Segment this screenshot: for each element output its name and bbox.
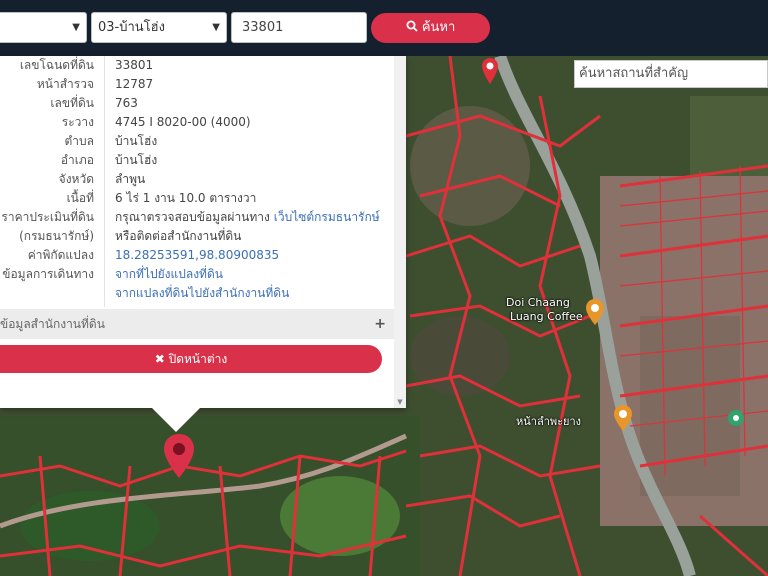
province-select[interactable]: ▼ <box>0 12 87 43</box>
info-row-directions-office: จากแปลงที่ดินไปยังสำนักงานที่ดิน <box>0 284 404 303</box>
info-label: ระวาง <box>61 115 94 129</box>
district-select[interactable]: 03-บ้านโฮ่ง ▼ <box>91 12 227 43</box>
info-row-area: เนื้อที่ 6 ไร่ 1 งาน 10.0 ตารางวา <box>0 189 404 208</box>
panel-scrollbar[interactable]: ▼ <box>394 56 406 408</box>
info-value: 6 ไร่ 1 งาน 10.0 ตารางวา <box>115 191 257 205</box>
land-office-section[interactable]: ข้อมูลสำนักงานที่ดิน + <box>0 309 394 339</box>
parcel-pin-icon[interactable] <box>163 434 195 478</box>
info-value: กรุณาตรวจสอบข้อมูลผ่านทาง เว็บไซต์กรมธนา… <box>115 208 380 227</box>
parcel-info-rows: เลขโฉนดที่ดิน 33801 หน้าสำรวจ 12787 เลขท… <box>0 56 404 303</box>
search-button[interactable]: ค้นหา <box>371 13 490 43</box>
info-label: หน้าสำรวจ <box>36 77 94 91</box>
scroll-down-icon[interactable]: ▼ <box>396 398 404 406</box>
info-value: ลำพูน <box>115 172 146 186</box>
info-value: 763 <box>115 96 138 110</box>
info-value: 33801 <box>115 58 154 72</box>
directions-to-office-link[interactable]: จากแปลงที่ดินไปยังสำนักงานที่ดิน <box>115 284 289 303</box>
coordinates-link[interactable]: 18.28253591,98.80900835 <box>115 246 279 265</box>
search-icon <box>406 20 418 32</box>
directions-to-parcel-link[interactable]: จากที่ไปยังแปลงที่ดิน <box>115 265 223 284</box>
district-select-value: 03-บ้านโฮ่ง <box>98 20 165 35</box>
info-label: เนื้อที่ <box>66 191 94 205</box>
info-label: เลขที่ดิน <box>50 96 94 110</box>
top-bar: ▼ 03-บ้านโฮ่ง ▼ 33801 ค้นหา <box>0 0 768 56</box>
info-label: ราคาประเมินที่ดิน <box>1 210 94 224</box>
map-label-cafe-2: Luang Coffee <box>510 310 583 323</box>
info-value: หรือติดต่อสำนักงานที่ดิน <box>115 229 242 243</box>
info-row-map-sheet: ระวาง 4745 I 8020-00 (4000) <box>0 113 404 132</box>
expand-plus-icon[interactable]: + <box>374 309 386 339</box>
info-value: 12787 <box>115 77 154 91</box>
close-window-label: ปิดหน้าต่าง <box>168 352 228 366</box>
info-row-province: จังหวัด ลำพูน <box>0 170 404 189</box>
info-row-directions: ข้อมูลการเดินทาง จากที่ไปยังแปลงที่ดิน <box>0 265 404 284</box>
search-button-label: ค้นหา <box>421 20 456 35</box>
cafe-marker-icon[interactable] <box>585 299 605 325</box>
info-label: อำเภอ <box>60 153 94 167</box>
parcel-number-input[interactable]: 33801 <box>231 12 367 43</box>
info-label: เลขโฉนดที่ดิน <box>19 58 94 72</box>
parcel-info-panel: เลขโฉนดที่ดิน 33801 หน้าสำรวจ 12787 เลขท… <box>0 56 406 408</box>
info-label: ตำบล <box>64 134 94 148</box>
info-value: บ้านโฮ่ง <box>115 153 158 167</box>
landmark-search-input[interactable]: ค้นหาสถานที่สำคัญ <box>574 60 768 88</box>
panel-pointer <box>150 406 202 432</box>
poi-marker-icon[interactable] <box>480 56 500 86</box>
info-label: (กรมธนารักษ์) <box>19 229 94 243</box>
info-row-subdistrict: ตำบล บ้านโฮ่ง <box>0 132 404 151</box>
treasury-website-link[interactable]: เว็บไซต์กรมธนารักษ์ <box>274 210 380 224</box>
info-label: ข้อมูลการเดินทาง <box>2 267 94 281</box>
map-label-cafe-1: Doi Chaang <box>506 296 570 309</box>
close-icon: ✖ <box>154 352 165 366</box>
park-marker-icon[interactable] <box>726 408 746 428</box>
info-row-land-number: เลขที่ดิน 763 <box>0 94 404 113</box>
info-row-district: อำเภอ บ้านโฮ่ง <box>0 151 404 170</box>
info-row-coordinates: ค่าพิกัดแปลง 18.28253591,98.80900835 <box>0 246 404 265</box>
info-label: ค่าพิกัดแปลง <box>27 248 94 262</box>
map-label-place-south: หน้าลำพะยาง <box>516 415 582 428</box>
close-window-button[interactable]: ✖ ปิดหน้าต่าง <box>0 345 382 373</box>
appraisal-text: กรุณาตรวจสอบข้อมูลผ่านทาง <box>115 210 270 224</box>
info-value: บ้านโฮ่ง <box>115 134 158 148</box>
info-row-survey-page: หน้าสำรวจ 12787 <box>0 75 404 94</box>
info-label: จังหวัด <box>58 172 94 186</box>
place-marker-icon[interactable] <box>613 405 633 431</box>
chevron-down-icon: ▼ <box>72 22 80 33</box>
info-row-appraisal-note: (กรมธนารักษ์) หรือติดต่อสำนักงานที่ดิน <box>0 227 404 246</box>
info-row-appraisal: ราคาประเมินที่ดิน กรุณาตรวจสอบข้อมูลผ่าน… <box>0 208 404 227</box>
info-row-deed-number: เลขโฉนดที่ดิน 33801 <box>0 56 404 75</box>
land-office-label: ข้อมูลสำนักงานที่ดิน <box>0 317 105 331</box>
info-value: 4745 I 8020-00 (4000) <box>115 115 251 129</box>
chevron-down-icon: ▼ <box>212 22 220 33</box>
